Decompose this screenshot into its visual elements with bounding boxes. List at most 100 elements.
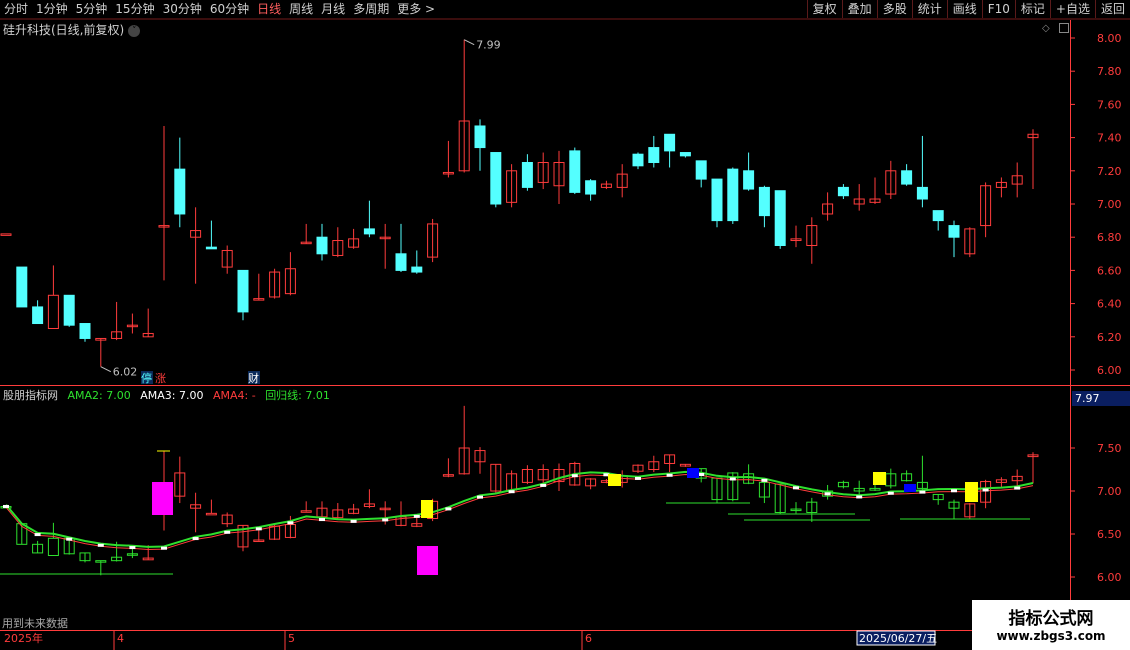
cai-marker: 财 <box>248 371 259 385</box>
ama3-dot <box>445 507 452 511</box>
ama3-dot <box>919 490 926 494</box>
date-box-label: 2025/06/27/五 <box>859 632 937 645</box>
ama3-dot <box>982 488 989 492</box>
price-tick-label: 7.00 <box>1097 198 1122 211</box>
signal-block-blue <box>687 468 699 478</box>
main-candle-body <box>664 133 676 152</box>
month-label: 5 <box>288 632 295 645</box>
main-candle-body <box>727 168 739 222</box>
main-candle-body <box>395 253 407 271</box>
future-data-note: 用到未来数据 <box>2 617 68 630</box>
price-tick-label: 6.00 <box>1097 364 1122 377</box>
ama3-dot <box>698 472 705 476</box>
price-tick-label: 7.40 <box>1097 132 1122 145</box>
ama3-dot <box>192 537 199 541</box>
main-candle-body <box>758 186 770 217</box>
main-candle-body <box>569 150 581 193</box>
year-label: 2025年 <box>4 631 43 645</box>
main-candle-body <box>901 170 913 185</box>
main-candle-body <box>237 269 249 313</box>
ama3-dot <box>477 495 483 499</box>
price-tick-label: 6.40 <box>1097 298 1122 311</box>
main-candle-body <box>490 152 502 205</box>
ama3-dot <box>34 533 41 537</box>
main-candle-body <box>0 233 12 236</box>
ind-tick-label: 7.50 <box>1097 442 1122 455</box>
ama3-dot <box>571 474 578 478</box>
kline-chart[interactable]: 8.00 7.80 7.60 7.40 7.20 7.00 6.80 6.60 6.40 6.20… <box>0 0 1130 650</box>
ama3-dot <box>161 546 167 550</box>
price-tick-label: 7.80 <box>1097 65 1122 78</box>
ama3-dot <box>3 504 9 508</box>
ama3-dot <box>66 537 73 541</box>
main-candle-body <box>948 225 960 238</box>
signal-block-yellow <box>608 474 621 486</box>
main-candle-body <box>711 178 723 222</box>
ind-candle-body <box>205 512 217 516</box>
signal-block-magenta <box>152 482 173 515</box>
main-candle-body <box>316 236 328 255</box>
ama3-dot <box>382 518 389 522</box>
main-candle-body <box>32 306 44 325</box>
main-candle-body <box>63 294 75 326</box>
ama3-dot <box>1014 486 1021 490</box>
main-candle-body <box>79 323 91 339</box>
main-candle-body <box>916 186 928 200</box>
main-candle-body <box>16 266 28 308</box>
ama3-dot <box>97 543 104 547</box>
ind-tick-label: 7.00 <box>1097 485 1122 498</box>
ama3-dot <box>540 483 547 487</box>
ama3-value: AMA3: 7.00 <box>140 389 204 402</box>
main-candle-body <box>363 228 375 235</box>
signal-block-yellow <box>421 500 433 518</box>
main-candle-body <box>174 168 186 215</box>
month-label: 4 <box>117 632 124 645</box>
price-tick-label: 6.60 <box>1097 264 1122 277</box>
low-price-label: 6.02 <box>113 366 138 379</box>
ama3-dot <box>666 473 673 477</box>
watermark-url: www.zbgs3.com <box>996 629 1106 643</box>
main-candle-body <box>47 294 59 329</box>
signal-block-magenta <box>417 546 438 575</box>
ama3-dot <box>856 495 863 499</box>
watermark-title: 指标公式网 <box>1008 609 1094 629</box>
price-tick-label: 6.20 <box>1097 331 1122 344</box>
indicator-name[interactable]: 股朋指标网 <box>3 389 58 402</box>
price-tick-label: 8.00 <box>1097 32 1122 45</box>
ind-candle-body <box>47 537 59 556</box>
ama3-dot <box>951 489 957 493</box>
main-candle-body <box>679 152 691 157</box>
ama3-dot <box>508 490 515 494</box>
ama3-dot <box>129 546 136 550</box>
indicator-legend: 股朋指标网 AMA2: 7.00 AMA3: 7.00 AMA4: - 回归线:… <box>3 387 336 403</box>
ama3-dot <box>224 530 231 534</box>
ama3-dot <box>761 478 768 482</box>
ama3-dot <box>319 518 325 522</box>
price-tick-label: 7.60 <box>1097 98 1122 111</box>
ama3-dot <box>255 527 262 531</box>
signal-block-yellow <box>873 472 886 485</box>
ind-tick-label: 6.50 <box>1097 528 1122 541</box>
signal-block-yellow <box>965 482 978 502</box>
main-candle-body <box>474 125 486 149</box>
zhang-marker: 涨 <box>155 372 166 385</box>
price-tick-label: 7.20 <box>1097 165 1122 178</box>
main-candle-body <box>837 186 849 197</box>
main-candle-body <box>743 170 755 190</box>
ama3-dot <box>287 521 294 525</box>
price-tick-label: 6.80 <box>1097 231 1122 244</box>
signal-block-blue <box>904 484 916 492</box>
main-candle-body <box>774 190 786 246</box>
main-candle-body <box>695 160 707 180</box>
ind-tick-label: 6.00 <box>1097 571 1122 584</box>
main-candle-body <box>585 180 597 195</box>
ama3-dot <box>887 491 894 495</box>
ama3-dot <box>824 492 831 496</box>
main-candle-body <box>648 147 660 163</box>
main-candle-body <box>632 153 644 167</box>
high-pointer <box>463 39 475 46</box>
watermark: 指标公式网 www.zbgs3.com <box>972 600 1130 650</box>
ama3-dot <box>350 519 357 523</box>
indicator-value-text: 7.97 <box>1075 392 1100 405</box>
month-label: 6 <box>585 632 592 645</box>
